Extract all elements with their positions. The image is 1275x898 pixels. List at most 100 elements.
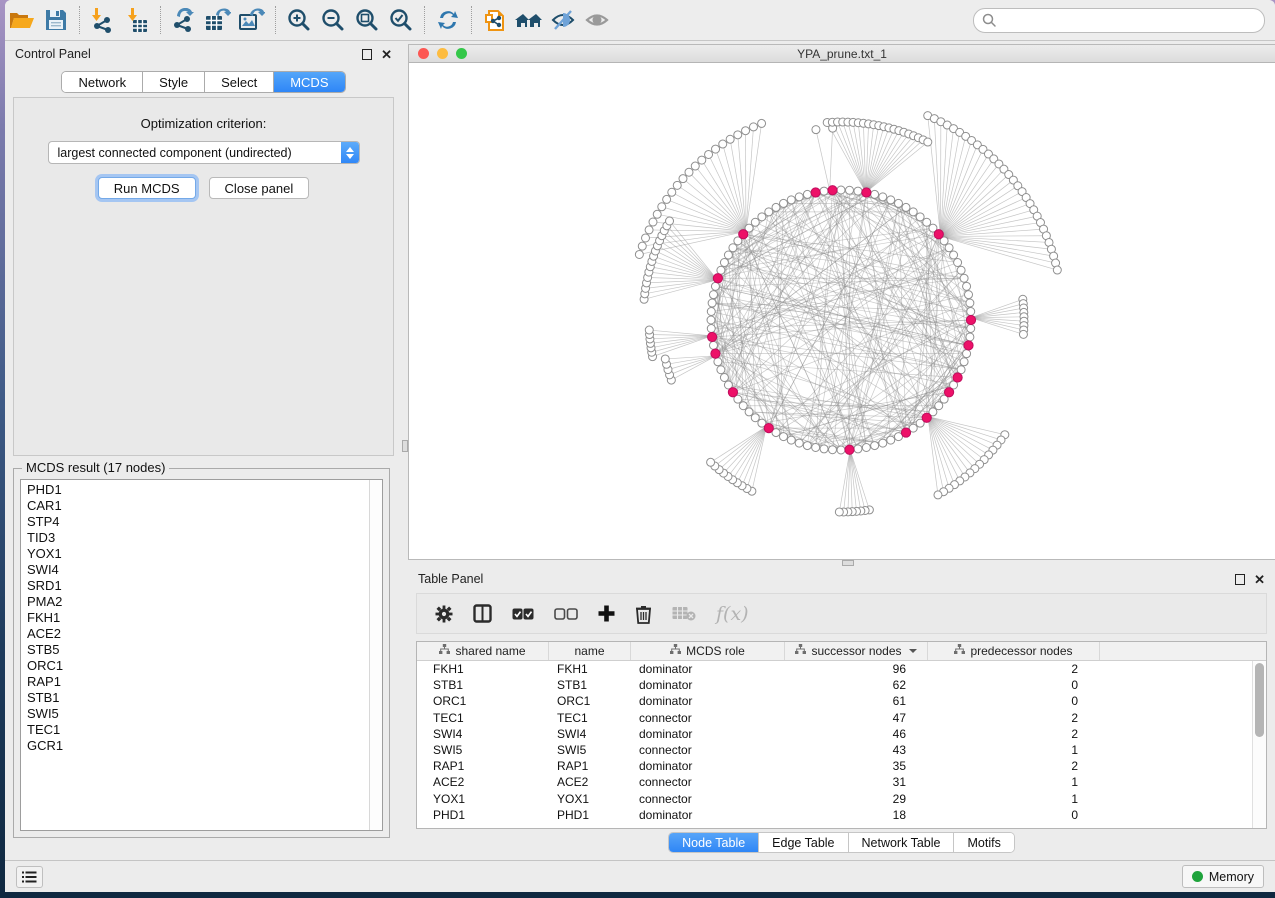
zoom-out-icon[interactable]	[316, 3, 350, 37]
table-row[interactable]: PHD1PHD1dominator180	[417, 807, 1252, 823]
table-cell[interactable]: FKH1	[549, 662, 631, 676]
table-cell[interactable]: 1	[928, 775, 1100, 789]
table-row[interactable]: STB1STB1dominator620	[417, 677, 1252, 693]
table-cell[interactable]: FKH1	[417, 662, 549, 676]
table-cell[interactable]: dominator	[631, 759, 785, 773]
show-details-icon[interactable]	[580, 3, 614, 37]
mcds-result-item[interactable]: TEC1	[27, 722, 369, 738]
table-cell[interactable]: 61	[785, 694, 928, 708]
add-column-icon[interactable]	[598, 605, 615, 622]
mcds-result-item[interactable]: RAP1	[27, 674, 369, 690]
table-cell[interactable]: 0	[928, 694, 1100, 708]
column-header-shared-name[interactable]: shared name	[417, 642, 549, 660]
table-cell[interactable]: dominator	[631, 694, 785, 708]
table-cell[interactable]: 31	[785, 775, 928, 789]
table-cell[interactable]: 46	[785, 727, 928, 741]
mcds-result-item[interactable]: ACE2	[27, 626, 369, 642]
table-cell[interactable]: dominator	[631, 808, 785, 822]
task-history-button[interactable]	[16, 866, 43, 888]
delete-column-icon[interactable]	[635, 604, 652, 624]
table-cell[interactable]: connector	[631, 743, 785, 757]
mcds-result-item[interactable]: SRD1	[27, 578, 369, 594]
table-cell[interactable]: PHD1	[549, 808, 631, 822]
table-row[interactable]: YOX1YOX1connector291	[417, 791, 1252, 807]
table-cell[interactable]: SWI5	[549, 743, 631, 757]
export-network-icon[interactable]	[167, 3, 201, 37]
table-row[interactable]: TEC1TEC1connector472	[417, 710, 1252, 726]
table-cell[interactable]: 62	[785, 678, 928, 692]
table-cell[interactable]: TEC1	[417, 711, 549, 725]
network-from-file-icon[interactable]	[478, 3, 512, 37]
table-cell[interactable]: PHD1	[417, 808, 549, 822]
table-cell[interactable]: connector	[631, 775, 785, 789]
network-titlebar[interactable]: YPA_prune.txt_1	[409, 45, 1275, 63]
mcds-result-item[interactable]: SWI5	[27, 706, 369, 722]
table-cell[interactable]: 0	[928, 678, 1100, 692]
table-cell[interactable]: ORC1	[549, 694, 631, 708]
deselect-all-icon[interactable]	[554, 608, 578, 620]
tab-edge-table[interactable]: Edge Table	[759, 833, 848, 852]
table-cell[interactable]: YOX1	[549, 792, 631, 806]
table-cell[interactable]: RAP1	[417, 759, 549, 773]
table-cell[interactable]: 2	[928, 727, 1100, 741]
memory-button[interactable]: Memory	[1182, 865, 1264, 888]
float-table-panel-icon[interactable]	[1235, 574, 1245, 585]
mcds-result-item[interactable]: PMA2	[27, 594, 369, 610]
float-panel-icon[interactable]	[362, 49, 372, 60]
table-row[interactable]: RAP1RAP1dominator352	[417, 758, 1252, 774]
table-cell[interactable]: 47	[785, 711, 928, 725]
save-session-icon[interactable]	[39, 3, 73, 37]
show-columns-icon[interactable]	[473, 604, 492, 623]
import-network-icon[interactable]	[86, 3, 120, 37]
mcds-result-item[interactable]: GCR1	[27, 738, 369, 754]
table-cell[interactable]: 18	[785, 808, 928, 822]
refresh-icon[interactable]	[431, 3, 465, 37]
mcds-result-item[interactable]: TID3	[27, 530, 369, 546]
mcds-result-item[interactable]: STB1	[27, 690, 369, 706]
mcds-result-item[interactable]: SWI4	[27, 562, 369, 578]
table-cell[interactable]: 0	[928, 808, 1100, 822]
table-cell[interactable]: SWI4	[417, 727, 549, 741]
close-panel-icon[interactable]: ✕	[381, 49, 392, 60]
import-table-icon[interactable]	[120, 3, 154, 37]
table-options-icon[interactable]	[435, 605, 453, 623]
table-cell[interactable]: TEC1	[549, 711, 631, 725]
table-cell[interactable]: ORC1	[417, 694, 549, 708]
tab-motifs[interactable]: Motifs	[954, 833, 1013, 852]
tab-network[interactable]: Network	[62, 72, 143, 92]
table-cell[interactable]: SWI5	[417, 743, 549, 757]
column-header-successor-nodes[interactable]: successor nodes	[785, 642, 928, 660]
close-table-panel-icon[interactable]: ✕	[1254, 574, 1265, 585]
select-all-icon[interactable]	[512, 608, 534, 620]
hide-details-icon[interactable]	[546, 3, 580, 37]
zoom-in-icon[interactable]	[282, 3, 316, 37]
export-image-icon[interactable]	[235, 3, 269, 37]
table-cell[interactable]: 2	[928, 759, 1100, 773]
optimization-criterion-select[interactable]: largest connected component (undirected)	[48, 141, 360, 164]
column-header-MCDS-role[interactable]: MCDS role	[631, 642, 785, 660]
tab-node-table[interactable]: Node Table	[669, 833, 759, 852]
table-cell[interactable]: RAP1	[549, 759, 631, 773]
mcds-result-item[interactable]: STP4	[27, 514, 369, 530]
table-row[interactable]: ACE2ACE2connector311	[417, 774, 1252, 790]
network-canvas[interactable]	[409, 63, 1275, 559]
mcds-result-item[interactable]: ORC1	[27, 658, 369, 674]
table-cell[interactable]: dominator	[631, 727, 785, 741]
mcds-result-item[interactable]: YOX1	[27, 546, 369, 562]
table-row[interactable]: ORC1ORC1dominator610	[417, 693, 1252, 709]
table-cell[interactable]: YOX1	[417, 792, 549, 806]
zoom-selected-icon[interactable]	[384, 3, 418, 37]
mcds-result-item[interactable]: PHD1	[27, 482, 369, 498]
tab-mcds[interactable]: MCDS	[274, 72, 344, 92]
mcds-result-item[interactable]: CAR1	[27, 498, 369, 514]
column-header-predecessor-nodes[interactable]: predecessor nodes	[928, 642, 1100, 660]
table-cell[interactable]: STB1	[417, 678, 549, 692]
table-cell[interactable]: connector	[631, 711, 785, 725]
table-cell[interactable]: dominator	[631, 678, 785, 692]
open-file-icon[interactable]	[5, 3, 39, 37]
table-row[interactable]: SWI4SWI4dominator462	[417, 726, 1252, 742]
table-cell[interactable]: 29	[785, 792, 928, 806]
column-header-name[interactable]: name	[549, 642, 631, 660]
fit-content-icon[interactable]	[350, 3, 384, 37]
table-cell[interactable]: 1	[928, 743, 1100, 757]
